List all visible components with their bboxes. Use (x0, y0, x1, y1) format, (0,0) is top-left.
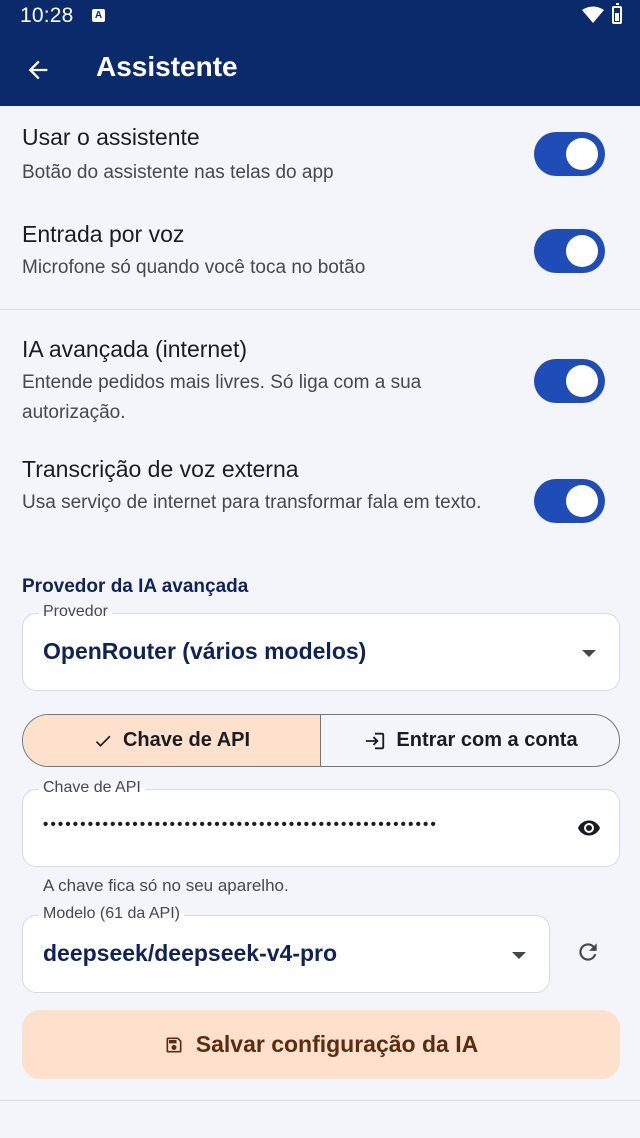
divider (0, 309, 640, 310)
auth-method-segmented-button: Chave de API Entrar com a conta (22, 714, 620, 767)
status-time: 10:28 (20, 4, 74, 27)
section-title: Provedor da IA avançada (22, 576, 249, 597)
api-key-field[interactable]: Chave de API •••••••••••••••••••••••••••… (22, 779, 620, 867)
setting-row-usar-assistente[interactable]: Usar o assistente Botão do assistente na… (0, 120, 640, 200)
status-bar: 10:28 A (0, 0, 640, 34)
ia-avancada-toggle[interactable] (534, 359, 605, 403)
entrada-voz-toggle[interactable] (534, 229, 605, 273)
provider-value: OpenRouter (vários modelos) (43, 638, 367, 664)
api-key-value: ••••••••••••••••••••••••••••••••••••••••… (43, 816, 438, 833)
setting-title: Transcrição de voz externa (22, 456, 299, 482)
dropdown-arrow-icon (582, 650, 596, 657)
api-key-segment-label: Chave de API (122, 729, 251, 751)
save-ai-config-button[interactable]: Salvar configuração da IA (22, 1010, 620, 1079)
transcricao-externa-toggle[interactable] (534, 479, 605, 523)
setting-subtitle: Botão do assistente nas telas do app (22, 162, 334, 183)
save-button-label: Salvar configuração da IA (195, 1031, 479, 1057)
save-icon (166, 1037, 182, 1052)
provider-label: Provedor (39, 603, 112, 621)
setting-subtitle: Usa serviço de internet para transformar… (22, 492, 482, 513)
setting-row-entrada-voz[interactable]: Entrada por voz Microfone só quando você… (0, 217, 640, 297)
model-dropdown[interactable]: Modelo (61 da API) deepseek/deepseek-v4-… (22, 905, 550, 993)
check-icon (95, 735, 111, 747)
setting-title: IA avançada (internet) (22, 336, 248, 362)
divider (0, 1100, 640, 1101)
setting-title: Entrada por voz (22, 221, 185, 247)
setting-subtitle: Microfone só quando você toca no botão (22, 257, 366, 278)
refresh-icon[interactable] (575, 939, 601, 965)
login-account-segment[interactable]: Entrar com a conta (321, 715, 619, 766)
provider-dropdown[interactable]: Provedor OpenRouter (vários modelos) (22, 603, 620, 691)
page-title: Assistente (96, 51, 238, 82)
setting-title: Usar o assistente (22, 124, 200, 150)
api-key-segment[interactable]: Chave de API (23, 715, 321, 766)
model-label: Modelo (61 da API) (39, 905, 184, 923)
usar-assistente-toggle[interactable] (534, 132, 605, 176)
login-icon (366, 732, 385, 749)
wifi-icon (582, 6, 604, 23)
model-value: deepseek/deepseek-v4-pro (43, 940, 338, 966)
notification-icon: A (92, 9, 105, 22)
app-bar: Assistente (0, 34, 640, 106)
setting-row-ia-avancada[interactable]: IA avançada (internet) Entende pedidos m… (0, 334, 640, 434)
dropdown-arrow-icon (512, 952, 526, 959)
api-key-label: Chave de API (39, 779, 145, 797)
visibility-eye-icon[interactable] (574, 816, 604, 840)
battery-icon (612, 3, 622, 24)
login-account-segment-label: Entrar com a conta (396, 729, 578, 751)
setting-subtitle: Entende pedidos mais livres. Só liga com… (22, 372, 422, 423)
api-key-hint: A chave fica só no seu aparelho. (43, 876, 289, 895)
setting-row-transcricao-externa[interactable]: Transcrição de voz externa Usa serviço d… (0, 454, 640, 554)
back-arrow-icon[interactable] (24, 56, 52, 84)
